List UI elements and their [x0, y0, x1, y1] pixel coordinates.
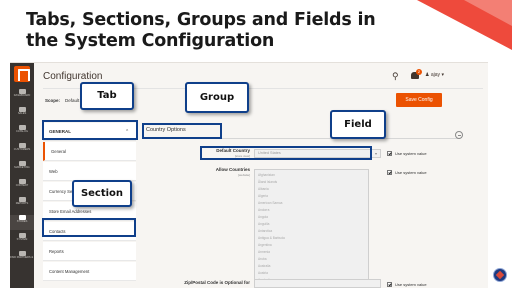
- callout-group: Group: [185, 82, 249, 113]
- sidebar-item-content[interactable]: CONTENT: [10, 179, 34, 194]
- slide-title: Tabs, Sections, Groups and Fields in the…: [26, 10, 376, 51]
- section-web[interactable]: Web: [43, 162, 136, 181]
- sidebar-item-partners[interactable]: FIND PARTNERS & EXTENSIONS: [10, 251, 34, 266]
- zip-optional-use-system-label: Use system value: [395, 282, 427, 287]
- country-option[interactable]: Antarctica: [258, 228, 368, 235]
- allow-countries-label: Allow Countries: [215, 167, 250, 172]
- section-highlight: [42, 218, 136, 237]
- tab-highlight: [42, 120, 138, 140]
- callout-field: Field: [330, 110, 386, 139]
- country-option[interactable]: Antigua & Barbuda: [258, 235, 368, 242]
- sidebar-item-dashboard[interactable]: DASHBOARD: [10, 89, 34, 104]
- group-highlight: [142, 123, 222, 139]
- scope-label: Scope:: [45, 98, 61, 103]
- allow-countries-scope: [website]: [238, 173, 250, 177]
- country-option[interactable]: Andorra: [258, 207, 368, 214]
- allow-countries-use-system-checkbox[interactable]: [387, 170, 392, 175]
- country-option[interactable]: Australia: [258, 263, 368, 270]
- allow-countries-use-system-label: Use system value: [395, 170, 427, 175]
- sidebar-item-label: CONTENT: [15, 184, 29, 187]
- callout-section: Section: [72, 180, 132, 207]
- sidebar-item-label: REPORTS: [15, 202, 29, 205]
- user-menu[interactable]: ♟ ajay ▾: [425, 72, 444, 78]
- sidebar-item-label: CATALOG: [15, 130, 28, 133]
- zip-optional-label: Zip/Postal Code is Optional for: [184, 280, 250, 285]
- chevron-down-icon: ▾: [374, 151, 377, 156]
- country-option[interactable]: Aruba: [258, 256, 368, 263]
- magento-logo-icon[interactable]: [14, 66, 30, 82]
- sidebar-item-reports[interactable]: REPORTS: [10, 197, 34, 212]
- section-reports[interactable]: Reports: [43, 242, 136, 261]
- callout-tab: Tab: [80, 82, 134, 110]
- notification-badge: 2: [416, 69, 422, 75]
- field-highlight: [200, 146, 372, 160]
- zip-optional-use-system-checkbox[interactable]: [387, 282, 392, 287]
- scope-switcher[interactable]: Default: [65, 98, 79, 103]
- sidebar-item-label: MARKETING: [14, 166, 30, 169]
- sidebar-item-marketing[interactable]: MARKETING: [10, 161, 34, 176]
- default-country-use-system-label: Use system value: [395, 151, 427, 156]
- sidebar-item-system[interactable]: SYSTEM: [10, 233, 34, 248]
- search-icon[interactable]: ⚲: [392, 72, 400, 81]
- save-config-button[interactable]: Save Config: [396, 93, 442, 107]
- sidebar-item-customers[interactable]: CUSTOMERS: [10, 143, 34, 158]
- country-option[interactable]: Anguilla: [258, 221, 368, 228]
- country-option[interactable]: Albania: [258, 186, 368, 193]
- sidebar-item-label: CUSTOMERS: [13, 148, 31, 151]
- slide: Tabs, Sections, Groups and Fields in the…: [0, 0, 512, 288]
- country-option[interactable]: Afghanistan: [258, 172, 368, 179]
- corner-decoration-light: [464, 0, 512, 26]
- country-option[interactable]: Armenia: [258, 249, 368, 256]
- country-option[interactable]: Åland Islands: [258, 179, 368, 186]
- default-country-use-system-checkbox[interactable]: [387, 151, 392, 156]
- collapse-icon[interactable]: [455, 131, 463, 139]
- allow-countries-multiselect[interactable]: Afghanistan Åland Islands Albania Algeria Am…: [254, 169, 369, 284]
- sidebar-item-label: SALES: [17, 112, 27, 115]
- channel-logo-icon: [493, 268, 507, 282]
- sidebar-item-catalog[interactable]: CATALOG: [10, 125, 34, 140]
- sidebar-item-stores[interactable]: STORES: [10, 215, 34, 230]
- page-title: Configuration: [43, 71, 103, 82]
- sidebar-item-sales[interactable]: SALES: [10, 107, 34, 122]
- country-option[interactable]: American Samoa: [258, 200, 368, 207]
- country-option[interactable]: Algeria: [258, 193, 368, 200]
- sidebar-item-label: FIND PARTNERS & EXTENSIONS: [10, 256, 34, 259]
- section-general[interactable]: General: [43, 142, 136, 161]
- user-name: ajay: [430, 72, 441, 78]
- sidebar-item-label: STORES: [16, 220, 28, 223]
- country-option[interactable]: Angola: [258, 214, 368, 221]
- country-option[interactable]: Argentina: [258, 242, 368, 249]
- section-content-management[interactable]: Content Management: [43, 262, 136, 281]
- zip-optional-multiselect[interactable]: [254, 279, 381, 288]
- country-option[interactable]: Austria: [258, 270, 368, 277]
- admin-sidebar: DASHBOARD SALES CATALOG CUSTOMERS MARKET…: [10, 63, 34, 288]
- sidebar-item-label: SYSTEM: [16, 238, 28, 241]
- sidebar-item-label: DASHBOARD: [13, 94, 31, 97]
